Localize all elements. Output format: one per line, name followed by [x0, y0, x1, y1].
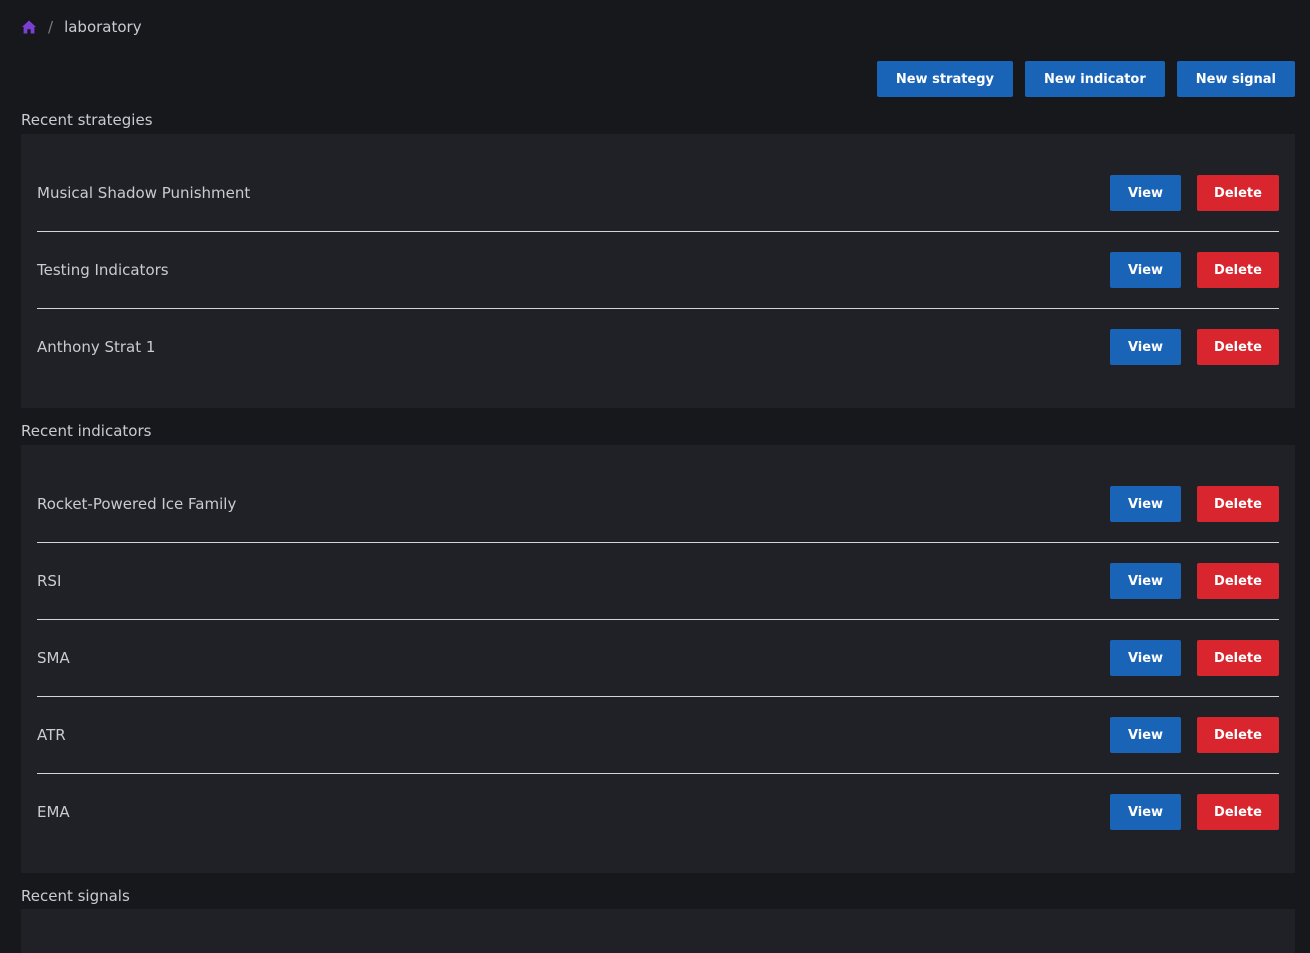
home-icon[interactable] [21, 19, 37, 35]
delete-button[interactable]: Delete [1197, 563, 1279, 599]
indicator-row: EMA View Delete [37, 774, 1279, 851]
row-actions: View Delete [1110, 486, 1279, 522]
row-actions: View Delete [1110, 175, 1279, 211]
view-button[interactable]: View [1110, 486, 1181, 522]
delete-button[interactable]: Delete [1197, 175, 1279, 211]
view-button[interactable]: View [1110, 329, 1181, 365]
strategy-name: Musical Shadow Punishment [37, 184, 251, 202]
delete-button[interactable]: Delete [1197, 329, 1279, 365]
strategy-row: Anthony Strat 1 View Delete [37, 309, 1279, 386]
row-actions: View Delete [1110, 252, 1279, 288]
strategy-row: Testing Indicators View Delete [37, 232, 1279, 309]
indicator-name: Rocket-Powered Ice Family [37, 495, 237, 513]
view-button[interactable]: View [1110, 252, 1181, 288]
row-actions: View Delete [1110, 794, 1279, 830]
indicator-name: ATR [37, 726, 66, 744]
row-actions: View Delete [1110, 717, 1279, 753]
view-button[interactable]: View [1110, 640, 1181, 676]
indicator-name: SMA [37, 649, 70, 667]
indicators-section-title: Recent indicators [21, 422, 152, 440]
signals-panel [21, 909, 1295, 953]
view-button[interactable]: View [1110, 563, 1181, 599]
delete-button[interactable]: Delete [1197, 252, 1279, 288]
breadcrumb-separator: / [48, 18, 54, 36]
indicator-name: EMA [37, 803, 70, 821]
view-button[interactable]: View [1110, 175, 1181, 211]
row-actions: View Delete [1110, 640, 1279, 676]
new-indicator-button[interactable]: New indicator [1025, 61, 1165, 97]
delete-button[interactable]: Delete [1197, 794, 1279, 830]
breadcrumb-current: laboratory [64, 18, 142, 36]
strategies-panel: Musical Shadow Punishment View Delete Te… [21, 134, 1295, 408]
delete-button[interactable]: Delete [1197, 717, 1279, 753]
toolbar: New strategy New indicator New signal [876, 61, 1295, 97]
row-actions: View Delete [1110, 329, 1279, 365]
indicator-row: ATR View Delete [37, 697, 1279, 774]
indicator-row: SMA View Delete [37, 620, 1279, 697]
delete-button[interactable]: Delete [1197, 640, 1279, 676]
strategy-row: Musical Shadow Punishment View Delete [37, 155, 1279, 232]
breadcrumb: / laboratory [21, 16, 142, 38]
row-actions: View Delete [1110, 563, 1279, 599]
indicators-panel: Rocket-Powered Ice Family View Delete RS… [21, 445, 1295, 873]
indicator-row: Rocket-Powered Ice Family View Delete [37, 466, 1279, 543]
view-button[interactable]: View [1110, 717, 1181, 753]
signals-section-title: Recent signals [21, 887, 130, 905]
strategy-name: Anthony Strat 1 [37, 338, 156, 356]
indicator-row: RSI View Delete [37, 543, 1279, 620]
new-strategy-button[interactable]: New strategy [876, 61, 1014, 97]
strategy-name: Testing Indicators [37, 261, 169, 279]
strategies-section-title: Recent strategies [21, 111, 153, 129]
view-button[interactable]: View [1110, 794, 1181, 830]
new-signal-button[interactable]: New signal [1176, 61, 1295, 97]
indicator-name: RSI [37, 572, 62, 590]
delete-button[interactable]: Delete [1197, 486, 1279, 522]
